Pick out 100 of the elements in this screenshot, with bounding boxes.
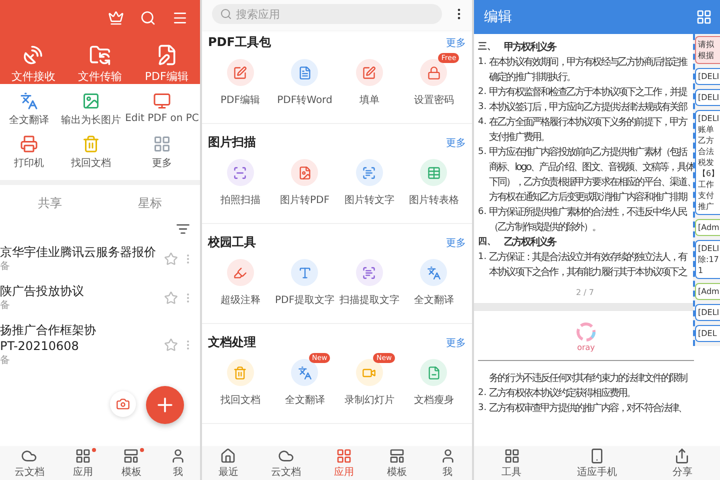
comment-card[interactable]: [Adm — [695, 283, 720, 300]
tool-button[interactable]: 全文翻译 — [0, 92, 58, 127]
scan-text-icon — [362, 266, 376, 280]
document-icon — [298, 66, 312, 80]
tool-button[interactable]: Edit PDF on PC — [124, 92, 200, 127]
tab[interactable]: 星标 — [132, 193, 168, 216]
nav-item[interactable]: 最近 — [218, 448, 238, 478]
add-button[interactable] — [146, 386, 184, 424]
app-item[interactable]: 文档瘦身 — [402, 353, 466, 407]
comment-card[interactable]: 请拟 根据 — [695, 36, 720, 64]
app-item[interactable]: PDF转Word — [272, 53, 337, 107]
comment-card[interactable]: [DEL — [695, 325, 720, 342]
cloud-icon — [21, 448, 38, 464]
section-title: 校园工具 — [208, 234, 256, 251]
header-action-button[interactable]: 文件接收 — [2, 44, 64, 84]
app-item[interactable]: 拍照扫描 — [208, 153, 272, 207]
nav-item[interactable]: 模板 — [386, 448, 407, 478]
tool-button[interactable]: 输出为长图片 — [58, 92, 124, 127]
section-number: 四、 — [478, 236, 497, 249]
file-title[interactable]: PT-20210608 — [0, 338, 164, 354]
more-link[interactable]: 更多 — [446, 136, 466, 150]
phone-icon — [588, 448, 605, 464]
satellite-dish-icon — [22, 44, 44, 66]
file-icon — [426, 366, 441, 380]
nav-item[interactable]: 云文档 — [271, 448, 302, 478]
header-action-button[interactable]: PDF编辑 — [136, 44, 198, 84]
toolbar-button[interactable]: 工具 — [502, 448, 522, 478]
more-link[interactable]: 更多 — [446, 336, 466, 350]
nav-item[interactable]: 云文档 — [14, 448, 44, 478]
comment-card[interactable]: [DELI 账单 乙方 合法 税发 【6】 工作 支付 推广 — [695, 110, 720, 215]
camera-button[interactable] — [110, 391, 136, 417]
toolbar-button[interactable]: 适应手机 — [576, 448, 617, 478]
crown-icon[interactable] — [108, 10, 124, 26]
nav-item[interactable]: 模板 — [121, 448, 142, 478]
header-action-button[interactable]: 文件传输 — [68, 44, 131, 84]
menu-icon[interactable] — [172, 10, 188, 26]
toolbar-button[interactable]: 分享 — [672, 448, 692, 478]
document-text-line: 在本协议有效期间，甲方有权经与乙方协商后指定推 — [489, 56, 687, 70]
document-text-line: 确定的推广排期执行。 — [489, 70, 576, 85]
grid-icon — [153, 135, 171, 153]
section-number: 三、 — [478, 41, 497, 54]
grid-icon — [504, 448, 520, 464]
app-item[interactable]: 图片转表格 — [402, 153, 466, 207]
comment-card[interactable]: [DELI — [695, 304, 720, 321]
comment-card[interactable]: [DELI — [695, 89, 720, 106]
file-title[interactable]: 陕广告投放协议 — [0, 283, 164, 299]
list-number: 1. — [478, 56, 488, 69]
file-title[interactable]: 京华宇佳业腾讯云服务器报价 — [0, 244, 164, 260]
list-number: 5. — [478, 146, 488, 159]
list-number: 2. — [478, 387, 488, 400]
app-item[interactable]: 超级注释 — [208, 253, 272, 307]
translate-icon — [426, 266, 441, 280]
star-icon[interactable] — [164, 338, 178, 352]
more-link[interactable]: 更多 — [446, 236, 466, 250]
trash-icon — [82, 135, 100, 153]
document-text-line: 本协议项下之合作，其有能力履行其于本协议项下之 — [489, 266, 687, 280]
file-subtitle: 备 — [0, 354, 11, 367]
section-heading: 乙方权利义务 — [504, 235, 556, 250]
user-icon — [170, 448, 186, 464]
app-item[interactable]: 找回文档 — [208, 353, 272, 407]
app-item[interactable]: PDF提取文字 — [272, 253, 337, 307]
document-text-line: 乙方有权依本协议约定获得相应费用。 — [489, 386, 636, 401]
file-title[interactable]: 扬推广合作框架协 — [0, 322, 164, 338]
tool-button[interactable]: 更多 — [124, 135, 200, 170]
document-text-line: 务的行为不违反任何对其有约束力的法律文件的限制 — [489, 372, 687, 386]
document-text-line: 甲方保证所提供推广素材的合法性，不违反中华人民 — [489, 206, 687, 220]
more-link[interactable]: 更多 — [446, 36, 466, 50]
app-item[interactable]: 图片转文字 — [337, 153, 402, 207]
nav-item[interactable]: 我 — [170, 448, 186, 478]
comment-card[interactable]: [DELI — [695, 68, 720, 85]
scan-text-icon — [362, 166, 376, 180]
star-icon[interactable] — [164, 290, 178, 304]
app-item[interactable]: PDF编辑 — [208, 53, 272, 107]
search-icon[interactable] — [140, 10, 156, 26]
app-item[interactable]: 扫描提取文字 — [337, 253, 402, 307]
text-icon — [298, 266, 312, 280]
form-icon — [362, 66, 376, 80]
app-item[interactable]: 全文翻译 — [402, 253, 466, 307]
nav-item[interactable]: 应用 — [72, 448, 93, 478]
grid-icon[interactable] — [696, 9, 712, 25]
monitor-icon — [153, 92, 171, 110]
filter-icon[interactable] — [176, 222, 190, 236]
table-icon — [426, 166, 441, 180]
camera-icon — [116, 397, 130, 411]
app-item[interactable]: 填单 — [337, 53, 402, 107]
comment-card[interactable]: [Adm — [695, 219, 720, 236]
comment-card[interactable]: [DELI 除:17 1 — [695, 240, 720, 279]
nav-item[interactable]: 我 — [440, 448, 456, 478]
tool-button[interactable]: 找回文档 — [58, 135, 124, 170]
section-title: PDF工具包 — [208, 34, 271, 51]
list-number: 6. — [478, 206, 488, 219]
nav-item[interactable]: 应用 — [334, 448, 354, 478]
star-icon[interactable] — [164, 252, 178, 266]
list-number: 1. — [478, 251, 488, 264]
app-item[interactable]: 图片转PDF — [272, 153, 337, 207]
highlighter-icon — [233, 266, 248, 280]
tool-button[interactable]: 打印机 — [0, 135, 58, 170]
document-text-line: 乙方保证：其是合法设立并有效存续的独立法人，有 — [489, 250, 687, 265]
image-file-icon — [298, 166, 312, 180]
tab[interactable]: 共享 — [32, 193, 68, 216]
